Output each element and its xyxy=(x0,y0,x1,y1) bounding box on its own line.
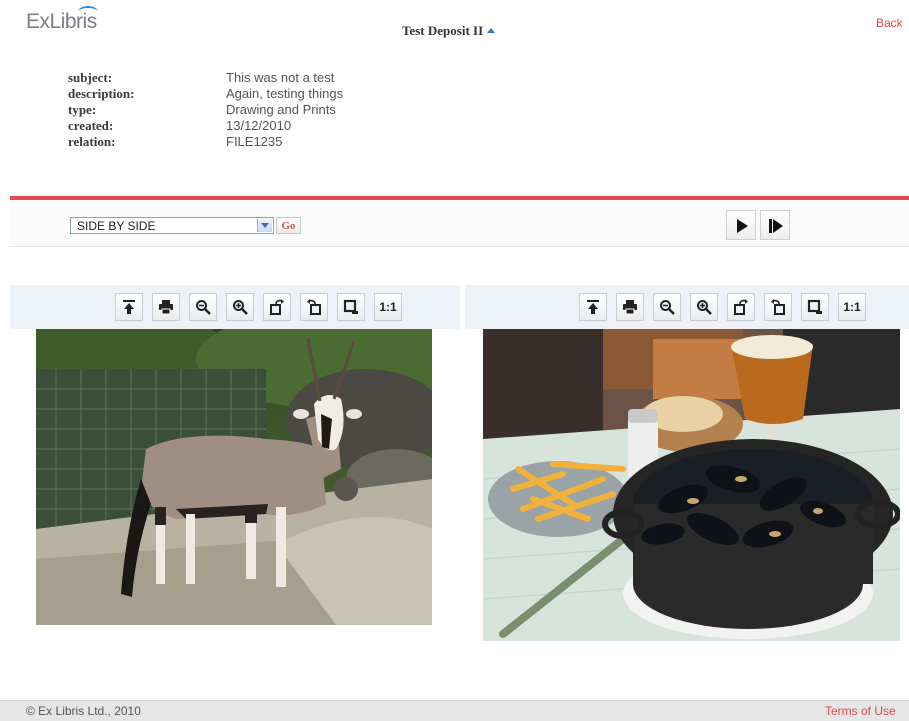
metadata-list: subject: This was not a test description… xyxy=(68,70,343,150)
zoom-out-icon xyxy=(660,300,675,315)
fit-window-button[interactable] xyxy=(337,293,365,321)
logo-arc-icon xyxy=(78,6,98,18)
print-button[interactable] xyxy=(152,293,180,321)
metadata-value: Drawing and Prints xyxy=(226,102,336,117)
metadata-row: type: Drawing and Prints xyxy=(68,102,343,118)
rotate-left-icon xyxy=(734,299,748,315)
page-title-text: Test Deposit II xyxy=(402,23,484,38)
metadata-value: FILE1235 xyxy=(226,134,283,149)
exlibris-logo: ExLibris xyxy=(26,6,98,34)
fit-window-button[interactable] xyxy=(801,293,829,321)
metadata-value: 13/12/2010 xyxy=(226,118,292,133)
zoom-out-icon xyxy=(196,300,211,315)
mussels-fries-beer-photo xyxy=(483,329,900,641)
play-button[interactable] xyxy=(726,210,756,240)
rotate-right-icon xyxy=(307,299,321,315)
zoom-in-icon xyxy=(697,300,712,315)
back-link[interactable]: Back xyxy=(876,16,903,30)
metadata-key: description: xyxy=(68,86,135,101)
left-viewer-toolbar: 1:1 xyxy=(10,285,460,329)
fit-window-icon xyxy=(343,299,358,314)
print-icon xyxy=(159,300,173,315)
rotate-right-button[interactable] xyxy=(764,293,792,321)
actual-size-button[interactable]: 1:1 xyxy=(374,293,402,321)
metadata-key: type: xyxy=(68,102,97,117)
print-icon xyxy=(623,300,637,315)
fit-window-icon xyxy=(807,299,822,314)
metadata-key: subject: xyxy=(68,70,113,85)
rotate-left-button[interactable] xyxy=(727,293,755,321)
download-icon xyxy=(587,300,599,314)
step-forward-icon xyxy=(769,219,783,233)
go-button[interactable]: Go xyxy=(276,217,301,234)
page-title[interactable]: Test Deposit II xyxy=(402,23,496,39)
terms-of-use-link[interactable]: Terms of Use xyxy=(825,704,896,718)
metadata-value: This was not a test xyxy=(226,70,335,85)
rotate-left-button[interactable] xyxy=(263,293,291,321)
view-mode-select[interactable]: SIDE BY SIDE xyxy=(70,217,274,234)
download-button[interactable] xyxy=(115,293,143,321)
page-header: ExLibris Test Deposit II Back subject: T… xyxy=(0,0,909,200)
zoom-out-button[interactable] xyxy=(653,293,681,321)
zoom-in-icon xyxy=(233,300,248,315)
download-icon xyxy=(123,300,135,314)
metadata-row: relation: FILE1235 xyxy=(68,134,343,150)
metadata-key: created: xyxy=(68,118,114,133)
oryx-photo-svg xyxy=(36,329,432,625)
metadata-value: Again, testing things xyxy=(226,86,344,101)
oryx-photo xyxy=(36,329,432,625)
rotate-right-button[interactable] xyxy=(300,293,328,321)
rotate-left-icon xyxy=(270,299,284,315)
actual-size-label: 1:1 xyxy=(379,300,397,314)
rotate-right-icon xyxy=(771,299,785,315)
copyright-text: © Ex Libris Ltd., 2010 xyxy=(26,704,141,718)
next-button[interactable] xyxy=(760,210,790,240)
zoom-in-button[interactable] xyxy=(690,293,718,321)
view-mode-selected: SIDE BY SIDE xyxy=(77,219,156,233)
metadata-row: subject: This was not a test xyxy=(68,70,343,86)
collapse-caret-icon[interactable] xyxy=(487,28,496,33)
metadata-row: created: 13/12/2010 xyxy=(68,118,343,134)
page-footer: © Ex Libris Ltd., 2010 Terms of Use xyxy=(0,700,909,721)
mussels-photo-svg xyxy=(483,329,900,641)
metadata-key: relation: xyxy=(68,134,116,149)
play-icon xyxy=(737,219,748,233)
print-button[interactable] xyxy=(616,293,644,321)
viewer-mode-toolbar: SIDE BY SIDE Go xyxy=(10,200,909,247)
actual-size-label: 1:1 xyxy=(843,300,861,314)
zoom-out-button[interactable] xyxy=(189,293,217,321)
actual-size-button[interactable]: 1:1 xyxy=(838,293,866,321)
chevron-down-icon[interactable] xyxy=(257,219,272,232)
zoom-in-button[interactable] xyxy=(226,293,254,321)
right-viewer-toolbar: 1:1 xyxy=(465,285,909,329)
metadata-row: description: Again, testing things xyxy=(68,86,343,102)
download-button[interactable] xyxy=(579,293,607,321)
